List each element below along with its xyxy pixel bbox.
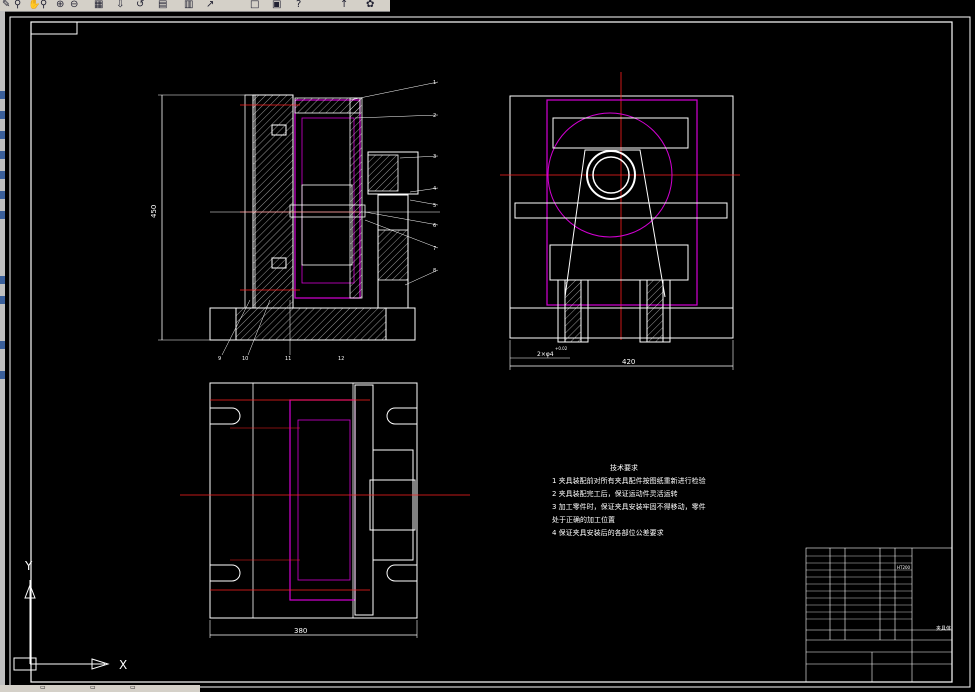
balloon-11: 11 <box>285 356 291 362</box>
fit-note-tolerance: +0.02 <box>555 346 568 351</box>
tech-req-list: 1 夹具装配前对所有夹具配件按图纸重新进行检验 2 夹具装配完工后，保证运动件灵… <box>552 476 706 537</box>
ucs-icon <box>13 580 110 671</box>
fit-note: 2×φ4 <box>537 351 554 358</box>
tab-layout2[interactable]: ▭ <box>130 684 136 691</box>
sheet-border-inner <box>30 21 953 683</box>
ucs-x-label: X <box>119 658 127 672</box>
tech-req-item: 1 夹具装配前对所有夹具配件按图纸重新进行检验 <box>552 476 706 485</box>
dim-right-width: 420 <box>622 358 635 366</box>
front-view <box>158 81 440 356</box>
tech-req-item: 4 保证夹具安装后的各部位公差要求 <box>552 528 664 537</box>
tech-req-item: 2 夹具装配完工后，保证运动件灵活运转 <box>552 489 678 498</box>
top-view <box>180 382 470 638</box>
balloon-1: 1 <box>433 80 436 86</box>
balloon-9: 9 <box>218 356 221 362</box>
tech-req-item: 处于正确的加工位置 <box>552 515 615 524</box>
tab-model[interactable]: ▭ <box>40 684 46 691</box>
corner-box <box>30 21 78 35</box>
balloon-12: 12 <box>338 356 344 362</box>
sheet-border-outer <box>9 16 971 688</box>
ucs-y-label: Y <box>24 559 33 573</box>
balloon-5: 5 <box>433 203 436 209</box>
balloon-4: 4 <box>433 186 436 192</box>
right-view <box>500 72 740 370</box>
balloon-6: 6 <box>433 223 436 229</box>
balloon-3: 3 <box>433 154 436 160</box>
tech-req-item: 3 加工零件时，保证夹具安装牢固不得移动，零件 <box>552 502 706 511</box>
balloon-2: 2 <box>433 113 436 119</box>
dim-top-width: 380 <box>294 627 307 635</box>
tech-req-title: 技术要求 <box>610 463 638 472</box>
title-code-cell: 夹具体 <box>936 625 951 632</box>
dim-height: 450 <box>150 205 158 218</box>
tab-layout1[interactable]: ▭ <box>90 684 96 691</box>
balloon-8: 8 <box>433 268 436 274</box>
material-cell: HT200 <box>897 565 911 570</box>
title-block <box>805 547 953 683</box>
balloon-7: 7 <box>433 246 436 252</box>
layout-tabs: ▭ ▭ ▭ <box>0 684 200 692</box>
drawing-canvas[interactable]: 450 1 2 3 4 5 6 7 8 9 10 11 12 2×φ4 +0.0… <box>0 0 975 692</box>
balloon-10: 10 <box>242 356 248 362</box>
